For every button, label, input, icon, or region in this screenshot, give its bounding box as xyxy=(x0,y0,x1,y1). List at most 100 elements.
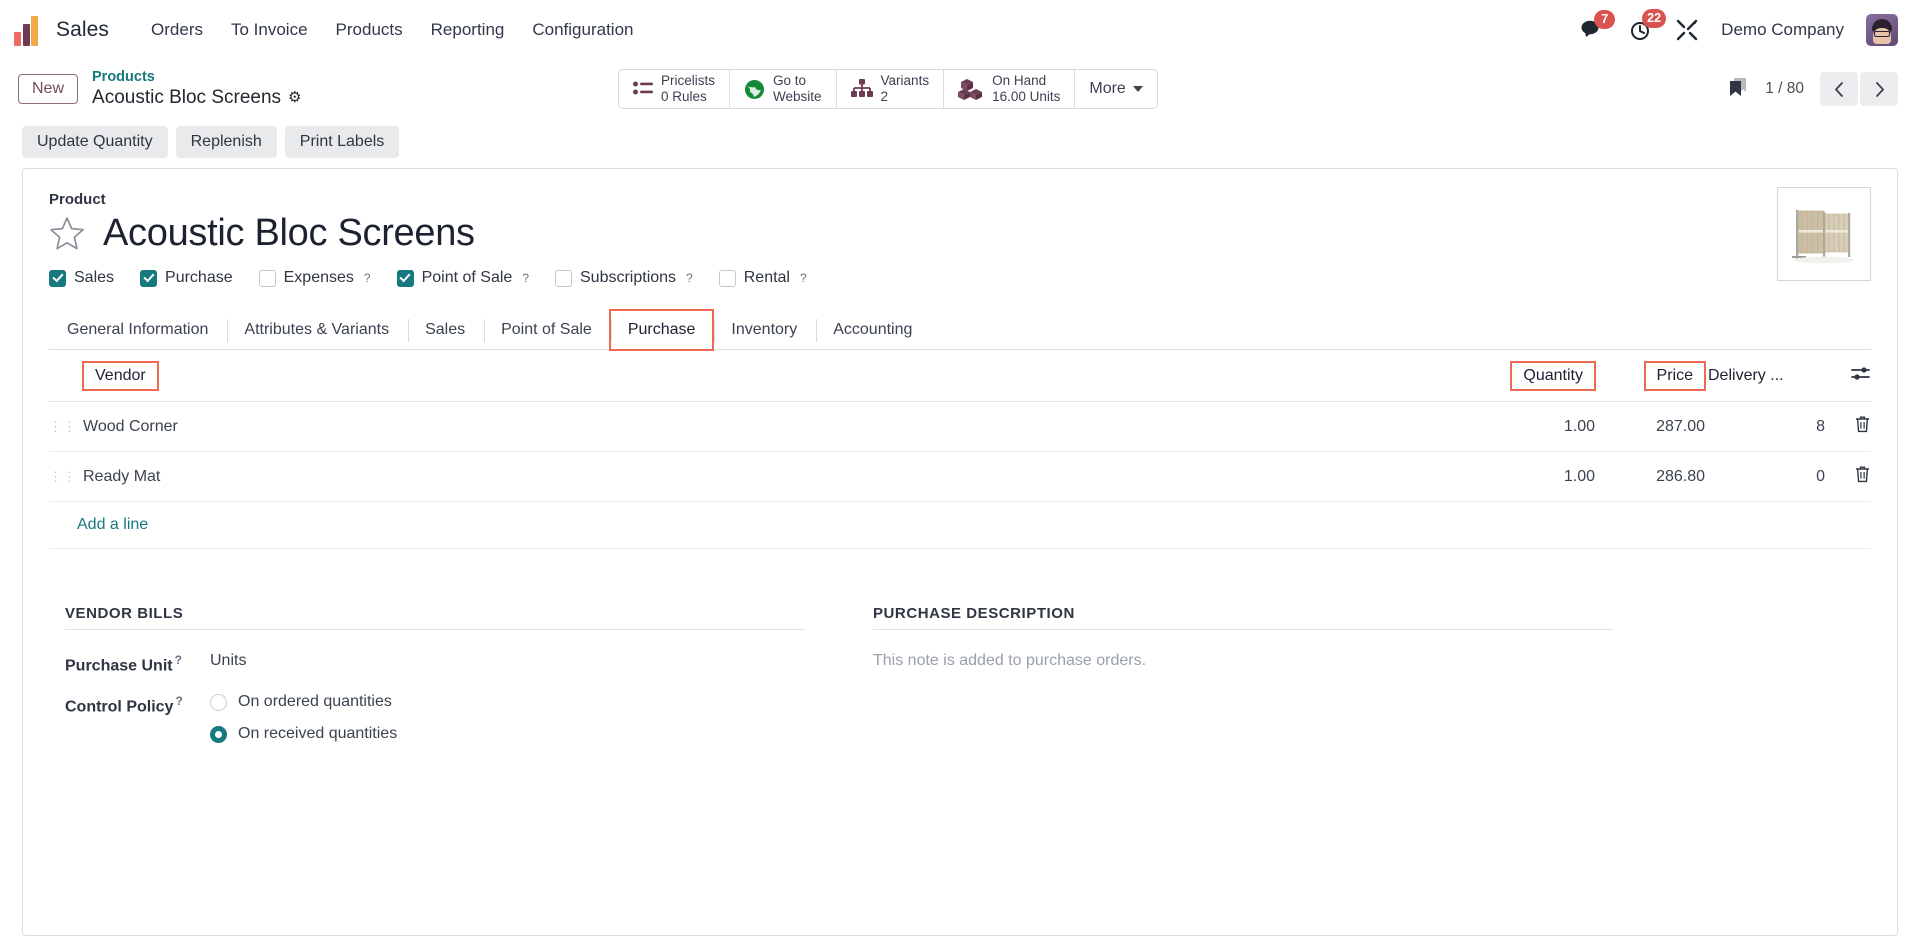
field-purchase-unit: Purchase Unit? Units xyxy=(65,652,805,675)
debug-menu-button[interactable] xyxy=(1675,18,1699,42)
checkbox-purchase-box[interactable] xyxy=(140,269,158,287)
tools-icon xyxy=(1676,19,1698,41)
checkbox-expenses[interactable]: Expenses ? xyxy=(258,269,371,287)
nav-menu-reporting[interactable]: Reporting xyxy=(417,14,519,46)
nav-menu-to-invoice[interactable]: To Invoice xyxy=(217,14,322,46)
cell-delivery[interactable]: 8 xyxy=(1705,401,1825,452)
table-header-quantity[interactable]: Quantity xyxy=(1475,350,1596,402)
value-purchase-unit[interactable]: Units xyxy=(210,652,246,670)
avatar[interactable] xyxy=(1866,14,1898,46)
form-sheet-wrapper: Product Acoustic Bloc Screens Sales Purc… xyxy=(0,168,1920,936)
tab-inventory[interactable]: Inventory xyxy=(713,310,815,350)
cell-vendor[interactable]: Wood Corner xyxy=(83,401,1475,452)
stat-button-variants[interactable]: Variants 2 xyxy=(837,70,945,108)
app-name[interactable]: Sales xyxy=(56,18,109,42)
acoustic-screen-image xyxy=(1792,210,1854,264)
product-type-checkbox-row: Sales Purchase Expenses ? Point of Sale … xyxy=(49,269,1871,287)
pager-previous-button[interactable] xyxy=(1820,72,1858,106)
company-name[interactable]: Demo Company xyxy=(1721,20,1844,40)
activities-button[interactable]: 22 xyxy=(1629,9,1667,42)
stat-button-pricelists[interactable]: Pricelists 0 Rules xyxy=(619,70,731,108)
tab-point-of-sale[interactable]: Point of Sale xyxy=(483,310,610,350)
table-header-delivery[interactable]: Delivery ... xyxy=(1705,350,1825,402)
table-header-options[interactable] xyxy=(1825,350,1871,402)
purchase-description-placeholder[interactable]: This note is added to purchase orders. xyxy=(873,652,1613,670)
replenish-button[interactable]: Replenish xyxy=(175,126,277,158)
row-drag-handle[interactable]: ⋮⋮ xyxy=(49,401,83,452)
cell-price[interactable]: 286.80 xyxy=(1595,451,1705,502)
product-title-row: Acoustic Bloc Screens xyxy=(49,212,1871,255)
chevron-right-icon xyxy=(1875,81,1884,97)
print-labels-button[interactable]: Print Labels xyxy=(284,126,400,158)
stat-button-on-hand[interactable]: On Hand 16.00 Units xyxy=(944,70,1076,108)
help-icon-point-of-sale[interactable]: ? xyxy=(522,271,529,285)
breadcrumb-parent-products[interactable]: Products xyxy=(92,69,301,87)
checkbox-expenses-box[interactable] xyxy=(258,269,276,287)
group-purchase-description: PURCHASE DESCRIPTION This note is added … xyxy=(873,605,1613,775)
row-delete-button[interactable] xyxy=(1825,451,1871,502)
help-icon-purchase-unit[interactable]: ? xyxy=(175,653,182,667)
checkbox-point-of-sale[interactable]: Point of Sale ? xyxy=(396,269,529,287)
table-header-row: Vendor Quantity Price Delivery ... xyxy=(49,350,1871,402)
nav-menu-orders[interactable]: Orders xyxy=(137,14,217,46)
messages-button[interactable]: 7 xyxy=(1581,10,1616,41)
checkbox-subscriptions[interactable]: Subscriptions ? xyxy=(555,269,693,287)
stat-value-on-hand: 16.00 Units xyxy=(992,89,1061,104)
cell-price[interactable]: 287.00 xyxy=(1595,401,1705,452)
tab-attributes-variants[interactable]: Attributes & Variants xyxy=(226,310,407,350)
checkbox-sales-box[interactable] xyxy=(49,269,66,287)
favorite-star-icon[interactable] xyxy=(49,216,85,251)
bookmark-icon[interactable] xyxy=(1727,76,1749,103)
column-settings-icon[interactable] xyxy=(1851,366,1871,387)
radio-on-received-quantities[interactable]: On received quantities xyxy=(210,725,397,743)
radio-on-ordered-quantities-label: On ordered quantities xyxy=(238,693,392,711)
pager-next-button[interactable] xyxy=(1860,72,1898,106)
cell-vendor[interactable]: Ready Mat xyxy=(83,451,1475,502)
tab-purchase[interactable]: Purchase xyxy=(608,309,715,351)
table-header-price[interactable]: Price xyxy=(1595,350,1707,402)
checkbox-sales[interactable]: Sales xyxy=(49,269,114,287)
boxes-icon xyxy=(958,79,983,100)
update-quantity-button[interactable]: Update Quantity xyxy=(22,126,168,158)
page-title[interactable]: Acoustic Bloc Screens xyxy=(103,212,475,255)
tab-accounting[interactable]: Accounting xyxy=(815,310,930,350)
checkbox-point-of-sale-label: Point of Sale xyxy=(421,269,513,286)
add-a-line-button[interactable]: Add a line xyxy=(49,502,148,548)
stat-button-go-to-website[interactable]: Go to Website xyxy=(730,70,837,108)
help-icon-rental[interactable]: ? xyxy=(800,271,807,285)
table-row[interactable]: ⋮⋮ Wood Corner 1.00 287.00 8 xyxy=(49,401,1871,452)
stat-value-pricelists: 0 Rules xyxy=(661,89,707,104)
checkbox-rental[interactable]: Rental ? xyxy=(718,269,807,287)
more-button[interactable]: More xyxy=(1075,70,1156,108)
tab-sales[interactable]: Sales xyxy=(407,310,483,350)
table-header-handle xyxy=(49,350,83,402)
checkbox-point-of-sale-box[interactable] xyxy=(396,269,414,287)
checkbox-subscriptions-box[interactable] xyxy=(555,269,572,287)
checkbox-rental-box[interactable] xyxy=(718,269,736,287)
odoo-logo-icon[interactable] xyxy=(14,14,44,46)
table-row[interactable]: ⋮⋮ Ready Mat 1.00 286.80 0 xyxy=(49,451,1871,502)
trash-icon[interactable] xyxy=(1854,416,1871,437)
new-button[interactable]: New xyxy=(18,74,79,104)
control-policy-radio-group: On ordered quantities On received quanti… xyxy=(210,693,397,757)
nav-menu-configuration[interactable]: Configuration xyxy=(518,14,647,46)
chevron-down-icon xyxy=(1132,86,1143,92)
help-icon-subscriptions[interactable]: ? xyxy=(686,271,693,285)
checkbox-purchase[interactable]: Purchase xyxy=(140,269,233,287)
row-drag-handle[interactable]: ⋮⋮ xyxy=(49,451,83,502)
radio-on-ordered-quantities-dot[interactable] xyxy=(210,693,227,711)
cell-quantity[interactable]: 1.00 xyxy=(1475,401,1595,452)
radio-on-ordered-quantities[interactable]: On ordered quantities xyxy=(210,693,397,711)
help-icon-control-policy[interactable]: ? xyxy=(175,694,182,708)
gear-icon[interactable]: ⚙ xyxy=(288,89,301,107)
tab-general-information[interactable]: General Information xyxy=(49,310,226,350)
product-image[interactable] xyxy=(1777,187,1871,281)
trash-icon[interactable] xyxy=(1854,466,1871,487)
radio-on-received-quantities-dot[interactable] xyxy=(210,725,227,743)
help-icon-expenses[interactable]: ? xyxy=(364,271,371,285)
table-header-vendor[interactable]: Vendor xyxy=(82,350,1475,402)
row-delete-button[interactable] xyxy=(1825,401,1871,452)
cell-quantity[interactable]: 1.00 xyxy=(1475,451,1595,502)
nav-menu-products[interactable]: Products xyxy=(322,14,417,46)
cell-delivery[interactable]: 0 xyxy=(1705,451,1825,502)
